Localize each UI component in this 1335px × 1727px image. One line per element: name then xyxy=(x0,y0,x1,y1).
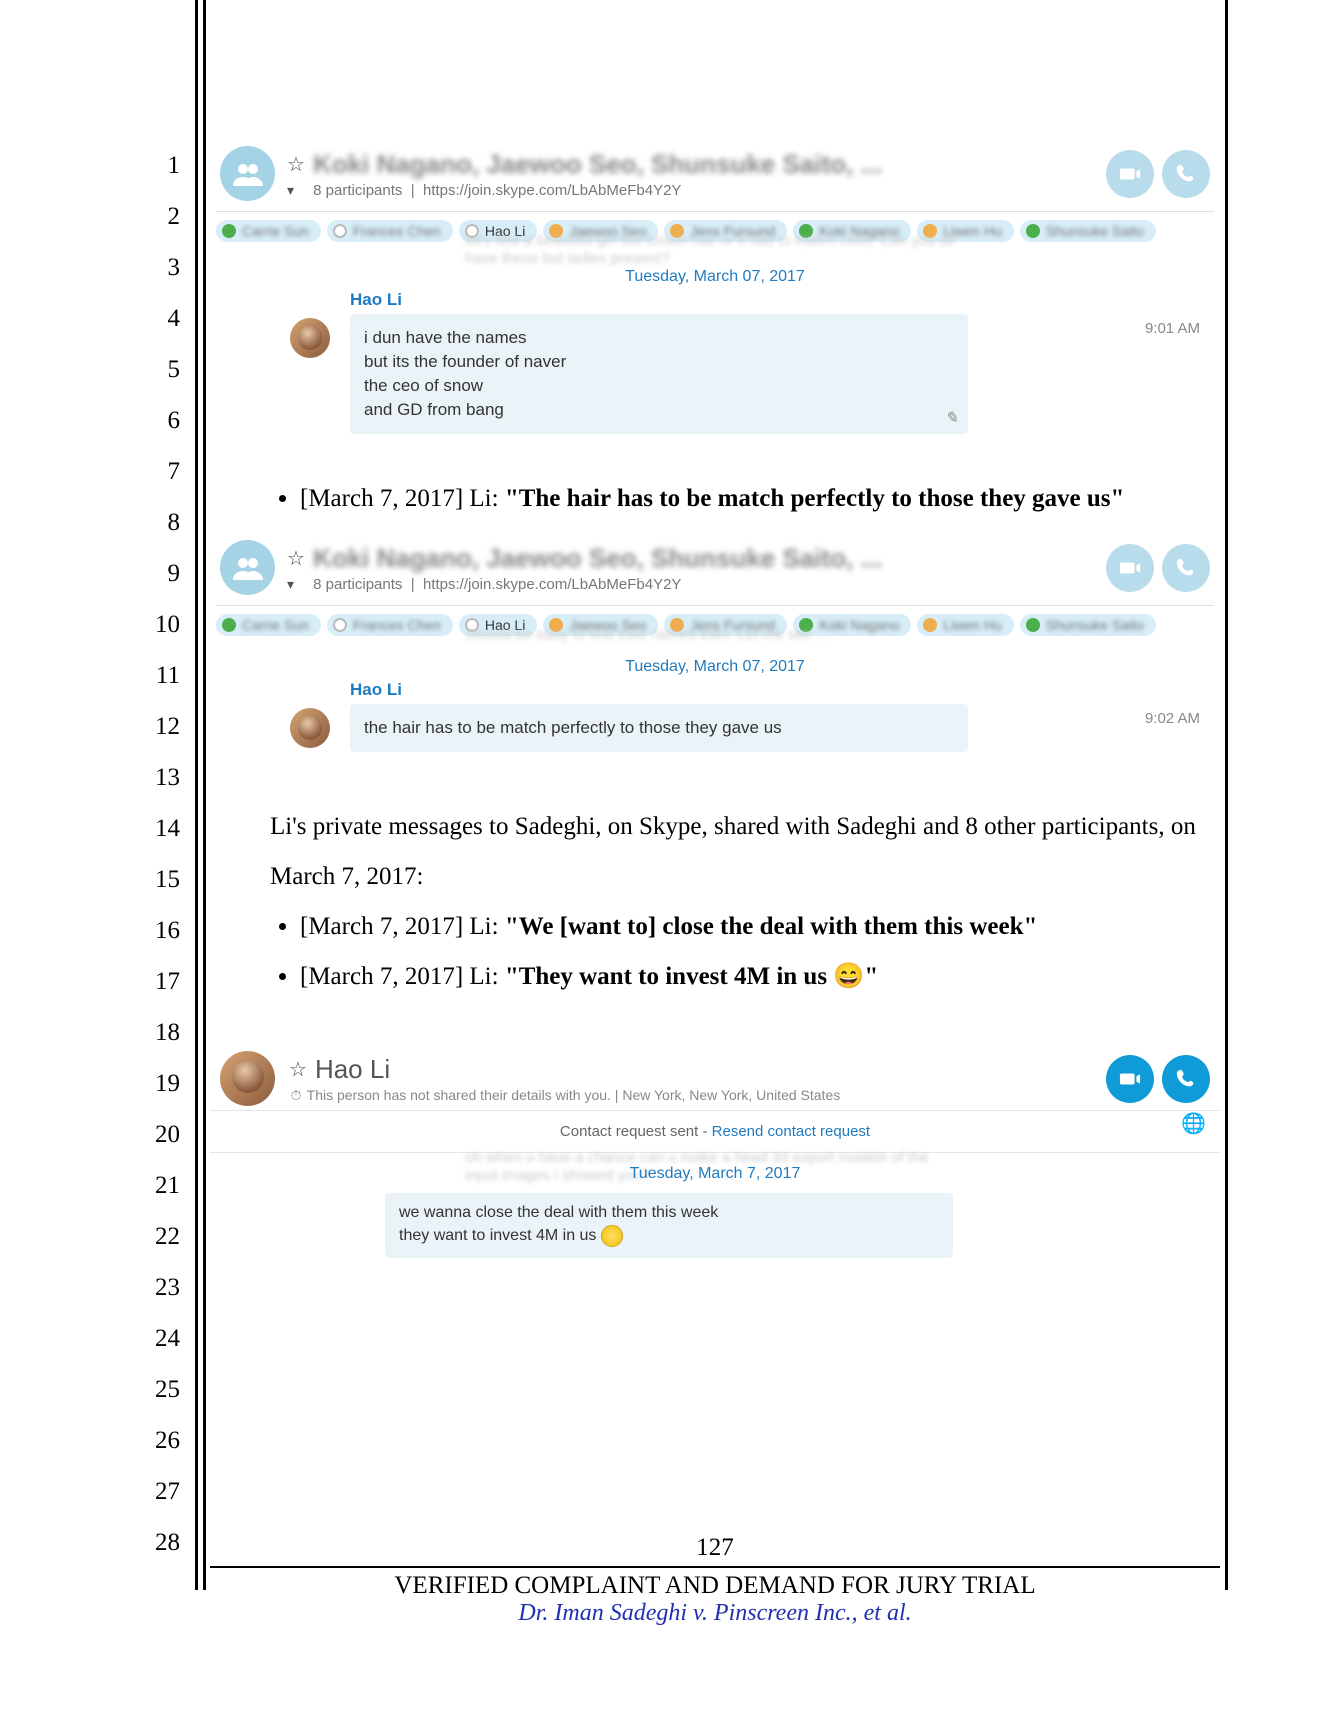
footer-title: VERIFIED COMPLAINT AND DEMAND FOR JURY T… xyxy=(210,1572,1220,1600)
message-time: 9:02 AM xyxy=(1145,704,1210,727)
contact-request-line: Contact request sent - Resend contact re… xyxy=(210,1110,1220,1153)
message-bubble: we wanna close the deal with them this w… xyxy=(385,1193,953,1258)
date-separator: Tuesday, March 7, 2017 xyxy=(210,1153,1220,1189)
margin-rule-left-2 xyxy=(203,0,206,1590)
sender-avatar[interactable] xyxy=(290,318,330,358)
participant-pill[interactable]: Shunsuke Saito xyxy=(1020,614,1156,636)
participant-pill[interactable]: Frances Chen xyxy=(327,614,453,636)
group-avatar-icon xyxy=(220,146,275,201)
globe-icon: 🌐 xyxy=(1181,1111,1206,1136)
chat-title: Koki Nagano, Jaewoo Seo, Shunsuke Saito,… xyxy=(313,149,882,180)
edited-icon: ✎ xyxy=(945,408,958,428)
message-line: but its the founder of naver xyxy=(364,352,954,372)
favorite-star-icon[interactable]: ☆ xyxy=(287,152,305,177)
participant-pill[interactable]: Shunsuke Saito xyxy=(1020,220,1156,242)
participants-count: 8 participants xyxy=(313,182,402,199)
faded-message: Should be easy to find their names then.… xyxy=(465,626,965,644)
favorite-star-icon[interactable]: ☆ xyxy=(289,1057,307,1082)
message-line: and GD from bang xyxy=(364,400,954,420)
contact-avatar[interactable] xyxy=(220,1051,275,1106)
video-call-button[interactable] xyxy=(1106,544,1154,592)
skype-screenshot-1: ☆ Koki Nagano, Jaewoo Seo, Shunsuke Sait… xyxy=(210,140,1220,444)
audio-call-button[interactable] xyxy=(1162,1055,1210,1103)
page-footer: 127 VERIFIED COMPLAINT AND DEMAND FOR JU… xyxy=(210,1534,1220,1627)
message-line: the hair has to be match perfectly to th… xyxy=(364,718,954,738)
laugh-emoji-icon xyxy=(601,1225,623,1247)
message-line: i dun have the names xyxy=(364,328,954,348)
sender-avatar[interactable] xyxy=(290,708,330,748)
join-link[interactable]: https://join.skype.com/LbAbMeFb4Y2Y xyxy=(423,576,681,593)
video-call-button[interactable] xyxy=(1106,1055,1154,1103)
chevron-down-icon[interactable]: ▾ xyxy=(287,576,299,593)
message-line: the ceo of snow xyxy=(364,376,954,396)
contact-name: Hao Li xyxy=(315,1054,390,1085)
favorite-star-icon[interactable]: ☆ xyxy=(287,546,305,571)
margin-rule-left-1 xyxy=(195,0,198,1590)
contact-details: This person has not shared their details… xyxy=(307,1087,841,1103)
chat-title: Koki Nagano, Jaewoo Seo, Shunsuke Saito,… xyxy=(313,543,882,574)
date-separator: Tuesday, March 07, 2017 xyxy=(210,644,1220,682)
message-bubble: the hair has to be match perfectly to th… xyxy=(350,704,968,752)
message-sender: Hao Li xyxy=(350,680,1220,700)
margin-rule-right xyxy=(1225,0,1228,1590)
message-bubble: i dun have the names but its the founder… xyxy=(350,314,968,434)
message-sender: Hao Li xyxy=(350,290,1220,310)
message-time: 9:01 AM xyxy=(1145,314,1210,337)
group-avatar-icon xyxy=(220,540,275,595)
body-paragraph: Li's private messages to Sadeghi, on Sky… xyxy=(210,782,1220,1012)
skype-screenshot-3: ☆ Hao Li ⏱ This person has not shared th… xyxy=(210,1047,1220,1258)
body-text-bullet-1: [March 7, 2017] Li: "The hair has to be … xyxy=(210,464,1220,534)
participant-pill[interactable]: Frances Chen xyxy=(327,220,453,242)
line-numbers: 1234 5678 9101112 13141516 17181920 2122… xyxy=(150,140,180,1568)
date-separator: Tuesday, March 07, 2017 xyxy=(210,250,1220,292)
participants-count: 8 participants xyxy=(313,576,402,593)
audio-call-button[interactable] xyxy=(1162,544,1210,592)
skype-screenshot-2: ☆ Koki Nagano, Jaewoo Seo, Shunsuke Sait… xyxy=(210,534,1220,762)
participant-pill[interactable]: Carrie Sun xyxy=(216,220,321,242)
page-number: 127 xyxy=(210,1534,1220,1562)
message-line: we wanna close the deal with them this w… xyxy=(399,1204,939,1222)
video-call-button[interactable] xyxy=(1106,150,1154,198)
audio-call-button[interactable] xyxy=(1162,150,1210,198)
chevron-down-icon[interactable]: ▾ xyxy=(287,182,299,199)
footer-case-name: Dr. Iman Sadeghi v. Pinscreen Inc., et a… xyxy=(210,1600,1220,1627)
join-link[interactable]: https://join.skype.com/LbAbMeFb4Y2Y xyxy=(423,182,681,199)
participant-pill[interactable]: Carrie Sun xyxy=(216,614,321,636)
message-line: they want to invest 4M in us xyxy=(399,1225,939,1247)
resend-request-link[interactable]: Resend contact request xyxy=(712,1123,870,1140)
